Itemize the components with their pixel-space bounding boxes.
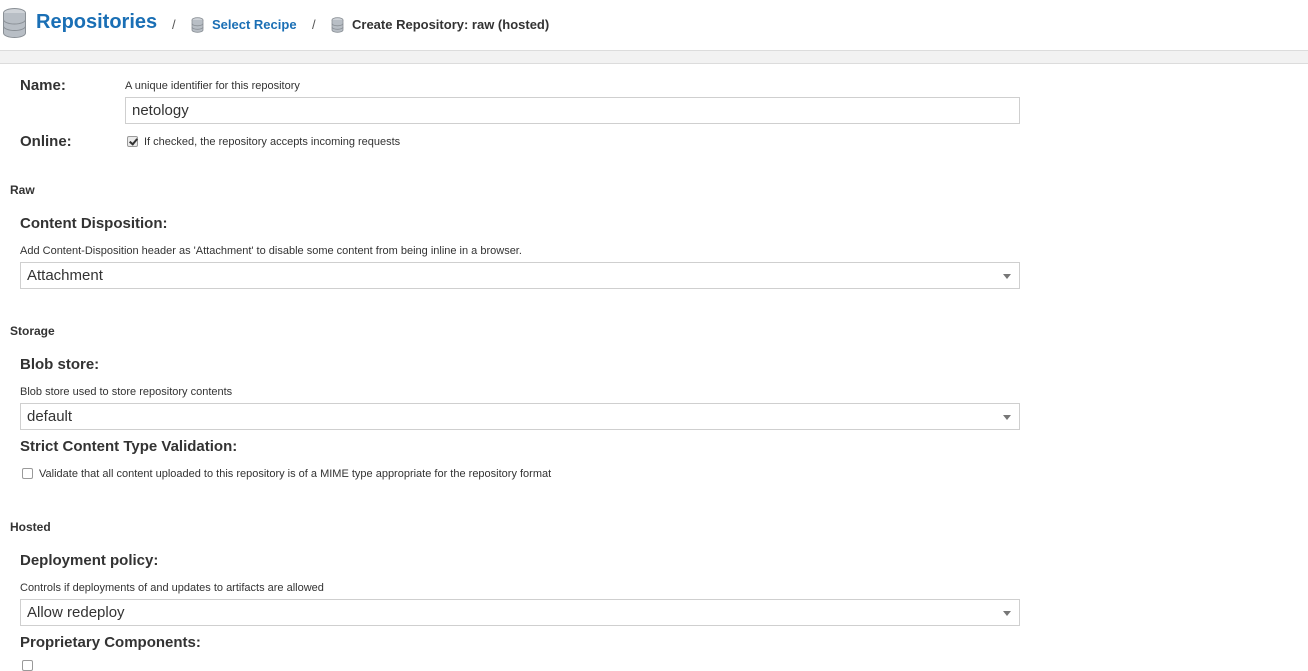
- breadcrumb-select-recipe[interactable]: Select Recipe: [212, 17, 297, 32]
- toolbar-band: [0, 51, 1308, 64]
- breadcrumb-current: Create Repository: raw (hosted): [352, 17, 550, 32]
- proprietary-components-label: Proprietary Components:: [20, 634, 201, 651]
- online-checkbox[interactable]: [127, 136, 138, 147]
- breadcrumb-separator: /: [172, 17, 176, 32]
- content-disposition-value: Attachment: [27, 267, 103, 284]
- chevron-down-icon[interactable]: [1003, 415, 1011, 420]
- breadcrumb-repositories[interactable]: Repositories: [36, 11, 157, 34]
- online-label: Online:: [20, 133, 72, 150]
- blob-store-label: Blob store:: [20, 356, 100, 373]
- section-storage-title: Storage: [10, 324, 55, 338]
- section-hosted-title: Hosted: [10, 520, 51, 534]
- strict-validation-help: Validate that all content uploaded to th…: [39, 468, 552, 480]
- content-disposition-select[interactable]: Attachment: [20, 262, 1020, 289]
- deployment-policy-help: Controls if deployments of and updates t…: [20, 582, 324, 594]
- blob-store-select[interactable]: default: [20, 403, 1020, 430]
- database-icon: [331, 17, 344, 33]
- breadcrumb-separator: /: [312, 17, 316, 32]
- strict-validation-label: Strict Content Type Validation:: [20, 438, 238, 455]
- name-help: A unique identifier for this repository: [125, 80, 300, 92]
- create-repository-form: [0, 64, 1308, 666]
- deployment-policy-label: Deployment policy:: [20, 552, 159, 569]
- blob-store-help: Blob store used to store repository cont…: [20, 386, 233, 398]
- database-icon: [3, 8, 26, 38]
- content-disposition-help: Add Content-Disposition header as 'Attac…: [20, 245, 522, 257]
- content-disposition-label: Content Disposition:: [20, 215, 168, 232]
- chevron-down-icon[interactable]: [1003, 611, 1011, 616]
- strict-validation-checkbox[interactable]: [22, 468, 33, 479]
- breadcrumb-bar: Repositories / Select Recipe / Create Re…: [0, 0, 1308, 51]
- deployment-policy-select[interactable]: Allow redeploy: [20, 599, 1020, 626]
- name-input[interactable]: netology: [125, 97, 1020, 124]
- name-label: Name:: [20, 77, 66, 94]
- deployment-policy-value: Allow redeploy: [27, 604, 125, 621]
- chevron-down-icon[interactable]: [1003, 274, 1011, 279]
- database-icon: [191, 17, 204, 33]
- online-help: If checked, the repository accepts incom…: [144, 136, 401, 148]
- blob-store-value: default: [27, 408, 73, 425]
- section-raw-title: Raw: [10, 183, 35, 197]
